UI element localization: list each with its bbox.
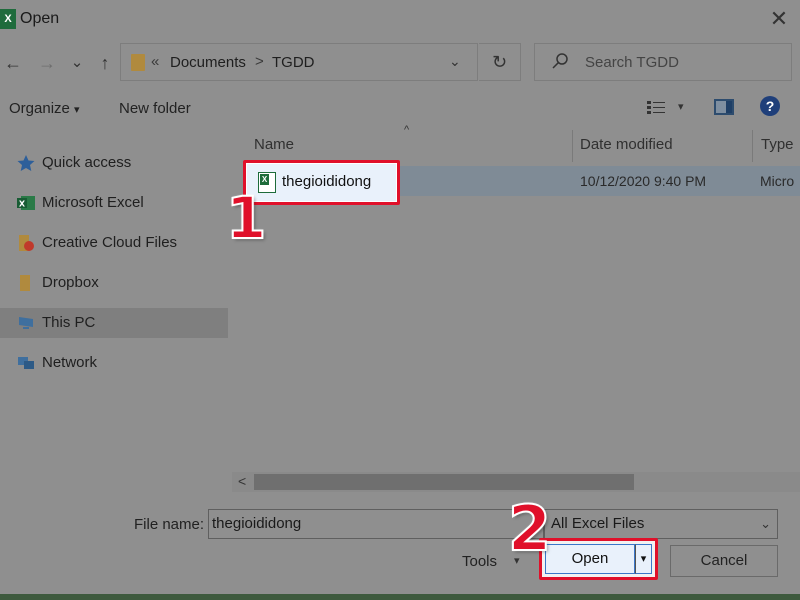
sidebar-item-quick-access[interactable]: Quick access	[0, 148, 228, 178]
organize-caret-icon: ▾	[74, 104, 80, 116]
background-strip	[0, 594, 800, 600]
view-options-caret-icon[interactable]: ▾	[678, 100, 684, 113]
column-divider[interactable]	[752, 130, 753, 162]
selected-file-item[interactable]: thegioididong	[243, 160, 400, 205]
step-1-annotation: 1	[225, 183, 267, 253]
address-bar[interactable]: « Documents > TGDD ⌄	[120, 43, 478, 81]
breadcrumb-separator[interactable]: >	[255, 53, 264, 70]
sort-ascending-icon: ^	[404, 124, 410, 136]
dialog-footer: File name: thegioididong All Excel Files…	[0, 492, 800, 600]
command-toolbar: Organize ▾ New folder ▾ ?	[0, 90, 800, 126]
folder-icon	[131, 54, 145, 71]
scrollbar-thumb[interactable]	[254, 474, 634, 490]
open-options-caret-icon[interactable]: ▾	[635, 544, 652, 574]
search-placeholder: Search TGDD	[585, 54, 679, 71]
computer-icon	[19, 317, 33, 329]
sidebar-item-creative-cloud-files[interactable]: Creative Cloud Files	[0, 228, 228, 258]
window-title: Open	[20, 10, 60, 27]
title-bar: X Open ✕	[0, 0, 800, 40]
creative-cloud-folder-icon	[19, 235, 34, 251]
up-arrow-icon[interactable]: ↑	[94, 50, 116, 76]
sidebar-item-label: Creative Cloud Files	[42, 234, 178, 251]
column-header-date-modified[interactable]: Date modified	[580, 136, 673, 153]
file-name-input[interactable]: thegioididong	[208, 509, 544, 539]
column-header-type[interactable]: Type	[761, 136, 794, 153]
preview-pane-icon[interactable]	[714, 99, 734, 115]
cancel-button[interactable]: Cancel	[670, 545, 778, 577]
scroll-left-arrow-icon[interactable]: <	[238, 473, 246, 489]
svg-text:X: X	[19, 200, 26, 209]
network-icon	[18, 357, 34, 369]
file-name-label: File name:	[134, 516, 205, 533]
sidebar-item-label: Network	[42, 354, 98, 371]
navigation-pane: Quick access X Microsoft Excel Creative …	[0, 126, 230, 492]
sidebar-item-label: This PC	[42, 314, 96, 331]
sidebar-item-this-pc[interactable]: This PC	[0, 308, 228, 338]
address-dropdown-chevron-icon[interactable]: ⌄	[449, 53, 461, 70]
step-2-annotation: 2	[507, 491, 552, 566]
open-button[interactable]: Open	[545, 544, 635, 574]
column-divider[interactable]	[572, 130, 573, 162]
recent-locations-chevron-icon[interactable]: ⌄	[66, 50, 88, 76]
organize-label: Organize	[9, 100, 70, 117]
column-header-name[interactable]: Name	[254, 136, 294, 153]
breadcrumb-documents[interactable]: Documents	[170, 54, 246, 71]
new-folder-button[interactable]: New folder	[119, 100, 191, 117]
file-type-select[interactable]: All Excel Files ⌄	[544, 509, 778, 539]
sidebar-item-microsoft-excel[interactable]: X Microsoft Excel	[0, 188, 228, 218]
file-type-selected-value: All Excel Files	[551, 515, 645, 532]
excel-icon: X	[17, 196, 35, 210]
sidebar-item-label: Microsoft Excel	[42, 194, 144, 211]
folder-icon	[20, 275, 30, 291]
sidebar-item-dropbox[interactable]: Dropbox	[0, 268, 228, 298]
file-name: thegioididong	[282, 173, 372, 190]
help-icon[interactable]: ?	[760, 96, 780, 116]
chevron-down-icon: ⌄	[760, 516, 771, 531]
horizontal-scrollbar[interactable]: <	[232, 472, 800, 492]
search-input[interactable]: Search TGDD	[534, 43, 792, 81]
file-name-input-value: thegioididong	[212, 515, 302, 532]
breadcrumb-overflow[interactable]: «	[151, 53, 159, 70]
navigation-bar: ← → ⌄ ↑ « Documents > TGDD ⌄ ↻ Search TG…	[0, 40, 800, 86]
sidebar-item-label: Dropbox	[42, 274, 99, 291]
organize-button[interactable]: Organize ▾	[9, 100, 80, 117]
breadcrumb-tgdd[interactable]: TGDD	[272, 54, 315, 71]
tools-button[interactable]: Tools	[462, 553, 497, 570]
file-date-modified: 10/12/2020 9:40 PM	[580, 173, 707, 189]
sidebar-item-label: Quick access	[42, 154, 132, 171]
close-icon[interactable]: ✕	[768, 6, 790, 32]
forward-arrow-icon[interactable]: →	[36, 50, 58, 76]
back-arrow-icon[interactable]: ←	[2, 50, 24, 76]
sidebar-item-network[interactable]: Network	[0, 348, 228, 378]
search-icon	[552, 53, 568, 69]
refresh-button[interactable]: ↻	[479, 43, 521, 81]
excel-icon: X	[0, 9, 16, 29]
view-options-icon[interactable]	[646, 100, 666, 116]
star-icon	[17, 155, 35, 171]
file-type: Micro	[760, 173, 795, 189]
open-button-highlight: Open ▾	[539, 538, 658, 580]
